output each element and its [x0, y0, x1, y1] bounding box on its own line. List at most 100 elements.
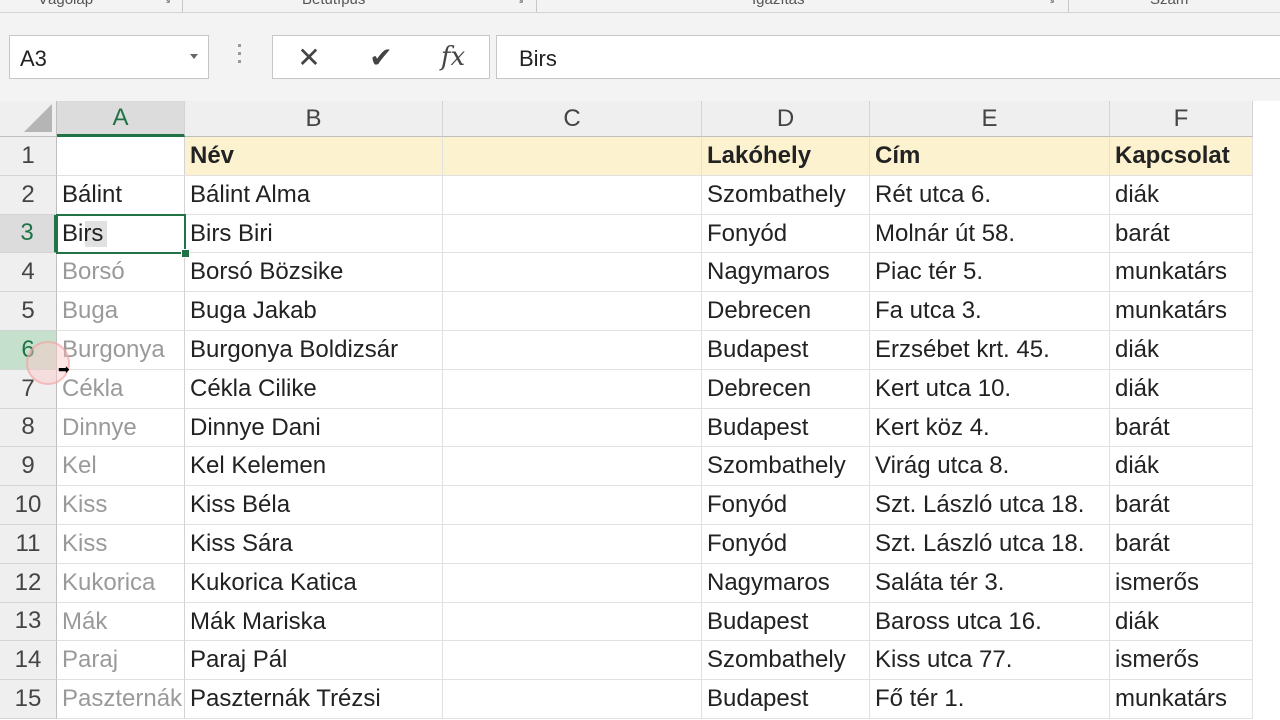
cell-b1[interactable]: Név — [185, 137, 443, 176]
cell-c14[interactable] — [443, 641, 702, 681]
cell-f15[interactable]: munkatárs — [1110, 680, 1253, 719]
cell-e15[interactable]: Fő tér 1. — [870, 680, 1110, 719]
cell-a12[interactable]: Kukorica — [57, 563, 185, 603]
name-box-value[interactable]: A3 — [20, 46, 47, 72]
cell-d6[interactable]: Budapest — [702, 331, 870, 370]
name-box[interactable]: A3 — [9, 35, 209, 79]
cell-c11[interactable] — [443, 525, 702, 564]
cell-c7[interactable] — [443, 369, 702, 409]
cell-f13[interactable]: diák — [1110, 602, 1253, 642]
cell-b13[interactable]: Mák Mariska — [185, 602, 443, 642]
cell-a7[interactable]: Cékla — [57, 369, 185, 409]
cell-e12[interactable]: Saláta tér 3. — [870, 563, 1110, 603]
select-all-button[interactable] — [0, 101, 57, 137]
row-header-14[interactable]: 14 — [0, 641, 57, 681]
cell-d1[interactable]: Lakóhely — [702, 137, 870, 176]
cell-e2[interactable]: Rét utca 6. — [870, 175, 1110, 215]
row-header-11[interactable]: 11 — [0, 525, 57, 564]
cell-c4[interactable] — [443, 253, 702, 293]
cell-e10[interactable]: Szt. László utca 18. — [870, 486, 1110, 525]
row-header-1[interactable]: 1 — [0, 137, 57, 176]
cell-f4[interactable]: munkatárs — [1110, 253, 1253, 293]
cell-f3[interactable]: barát — [1110, 214, 1253, 254]
cell-c13[interactable] — [443, 602, 702, 642]
cell-b14[interactable]: Paraj Pál — [185, 641, 443, 681]
cell-d13[interactable]: Budapest — [702, 602, 870, 642]
cell-c5[interactable] — [443, 292, 702, 331]
dialog-launcher-icon[interactable]: ↘ — [515, 0, 524, 6]
cell-b15[interactable]: Paszternák Trézsi — [185, 680, 443, 719]
column-header-e[interactable]: E — [870, 101, 1110, 137]
cell-b12[interactable]: Kukorica Katica — [185, 563, 443, 603]
cell-a15[interactable]: Paszternák — [57, 680, 185, 719]
cell-e3[interactable]: Molnár út 58. — [870, 214, 1110, 254]
cell-a1[interactable] — [57, 137, 185, 176]
cell-c15[interactable] — [443, 680, 702, 719]
cell-a13[interactable]: Mák — [57, 602, 185, 642]
row-header-3[interactable]: 3 — [0, 214, 57, 254]
cell-f12[interactable]: ismerős — [1110, 563, 1253, 603]
cell-f6[interactable]: diák — [1110, 331, 1253, 370]
row-header-4[interactable]: 4 — [0, 253, 57, 293]
cell-c12[interactable] — [443, 563, 702, 603]
chevron-down-icon[interactable] — [190, 54, 198, 59]
ribbon-group-alignment[interactable]: Igazítás — [752, 0, 805, 8]
cell-e5[interactable]: Fa utca 3. — [870, 292, 1110, 331]
cell-c2[interactable] — [443, 175, 702, 215]
fill-handle[interactable] — [181, 249, 190, 259]
cell-d5[interactable]: Debrecen — [702, 292, 870, 331]
row-header-5[interactable]: 5 — [0, 292, 57, 331]
cell-a4[interactable]: Borsó — [57, 253, 185, 293]
column-header-f[interactable]: F — [1110, 101, 1253, 137]
cell-d4[interactable]: Nagymaros — [702, 253, 870, 293]
cell-d2[interactable]: Szombathely — [702, 175, 870, 215]
column-header-c[interactable]: C — [443, 101, 702, 137]
cell-a9[interactable]: Kel — [57, 447, 185, 487]
cell-f1[interactable]: Kapcsolat — [1110, 137, 1253, 176]
cell-b2[interactable]: Bálint Alma — [185, 175, 443, 215]
formula-input[interactable]: Birs — [496, 35, 1280, 79]
cell-b3[interactable]: Birs Biri — [185, 214, 443, 254]
cell-c8[interactable] — [443, 408, 702, 448]
cell-e9[interactable]: Virág utca 8. — [870, 447, 1110, 487]
row-header-2[interactable]: 2 — [0, 175, 57, 215]
cell-b10[interactable]: Kiss Béla — [185, 486, 443, 525]
cell-e13[interactable]: Baross utca 16. — [870, 602, 1110, 642]
cell-a5[interactable]: Buga — [57, 292, 185, 331]
cell-b9[interactable]: Kel Kelemen — [185, 447, 443, 487]
cell-e1[interactable]: Cím — [870, 137, 1110, 176]
cell-f2[interactable]: diák — [1110, 175, 1253, 215]
cell-f10[interactable]: barát — [1110, 486, 1253, 525]
cell-e14[interactable]: Kiss utca 77. — [870, 641, 1110, 681]
cell-a14[interactable]: Paraj — [57, 641, 185, 681]
cell-b6[interactable]: Burgonya Boldizsár — [185, 331, 443, 370]
cell-a6[interactable]: Burgonya — [57, 331, 185, 370]
cell-e11[interactable]: Szt. László utca 18. — [870, 525, 1110, 564]
cell-f9[interactable]: diák — [1110, 447, 1253, 487]
ribbon-group-number[interactable]: Szám — [1150, 0, 1188, 8]
column-header-d[interactable]: D — [702, 101, 870, 137]
dialog-launcher-icon[interactable]: ↘ — [1046, 0, 1055, 6]
cell-e8[interactable]: Kert köz 4. — [870, 408, 1110, 448]
row-header-13[interactable]: 13 — [0, 602, 57, 642]
cell-e6[interactable]: Erzsébet krt. 45. — [870, 331, 1110, 370]
cell-a8[interactable]: Dinnye — [57, 408, 185, 448]
row-header-10[interactable]: 10 — [0, 486, 57, 525]
cell-f5[interactable]: munkatárs — [1110, 292, 1253, 331]
ribbon-group-font[interactable]: Betűtípus — [302, 0, 365, 8]
cell-c3[interactable] — [443, 214, 702, 254]
cell-a2[interactable]: Bálint — [57, 175, 185, 215]
cell-c9[interactable] — [443, 447, 702, 487]
cell-a11[interactable]: Kiss — [57, 525, 185, 564]
row-header-12[interactable]: 12 — [0, 563, 57, 603]
cell-f11[interactable]: barát — [1110, 525, 1253, 564]
cell-f8[interactable]: barát — [1110, 408, 1253, 448]
cell-b7[interactable]: Cékla Cilike — [185, 369, 443, 409]
cell-b4[interactable]: Borsó Bözsike — [185, 253, 443, 293]
cell-e7[interactable]: Kert utca 10. — [870, 369, 1110, 409]
cell-e4[interactable]: Piac tér 5. — [870, 253, 1110, 293]
cell-d11[interactable]: Fonyód — [702, 525, 870, 564]
column-header-b[interactable]: B — [185, 101, 443, 137]
cell-d9[interactable]: Szombathely — [702, 447, 870, 487]
cell-a3[interactable]: Birs — [57, 214, 185, 254]
